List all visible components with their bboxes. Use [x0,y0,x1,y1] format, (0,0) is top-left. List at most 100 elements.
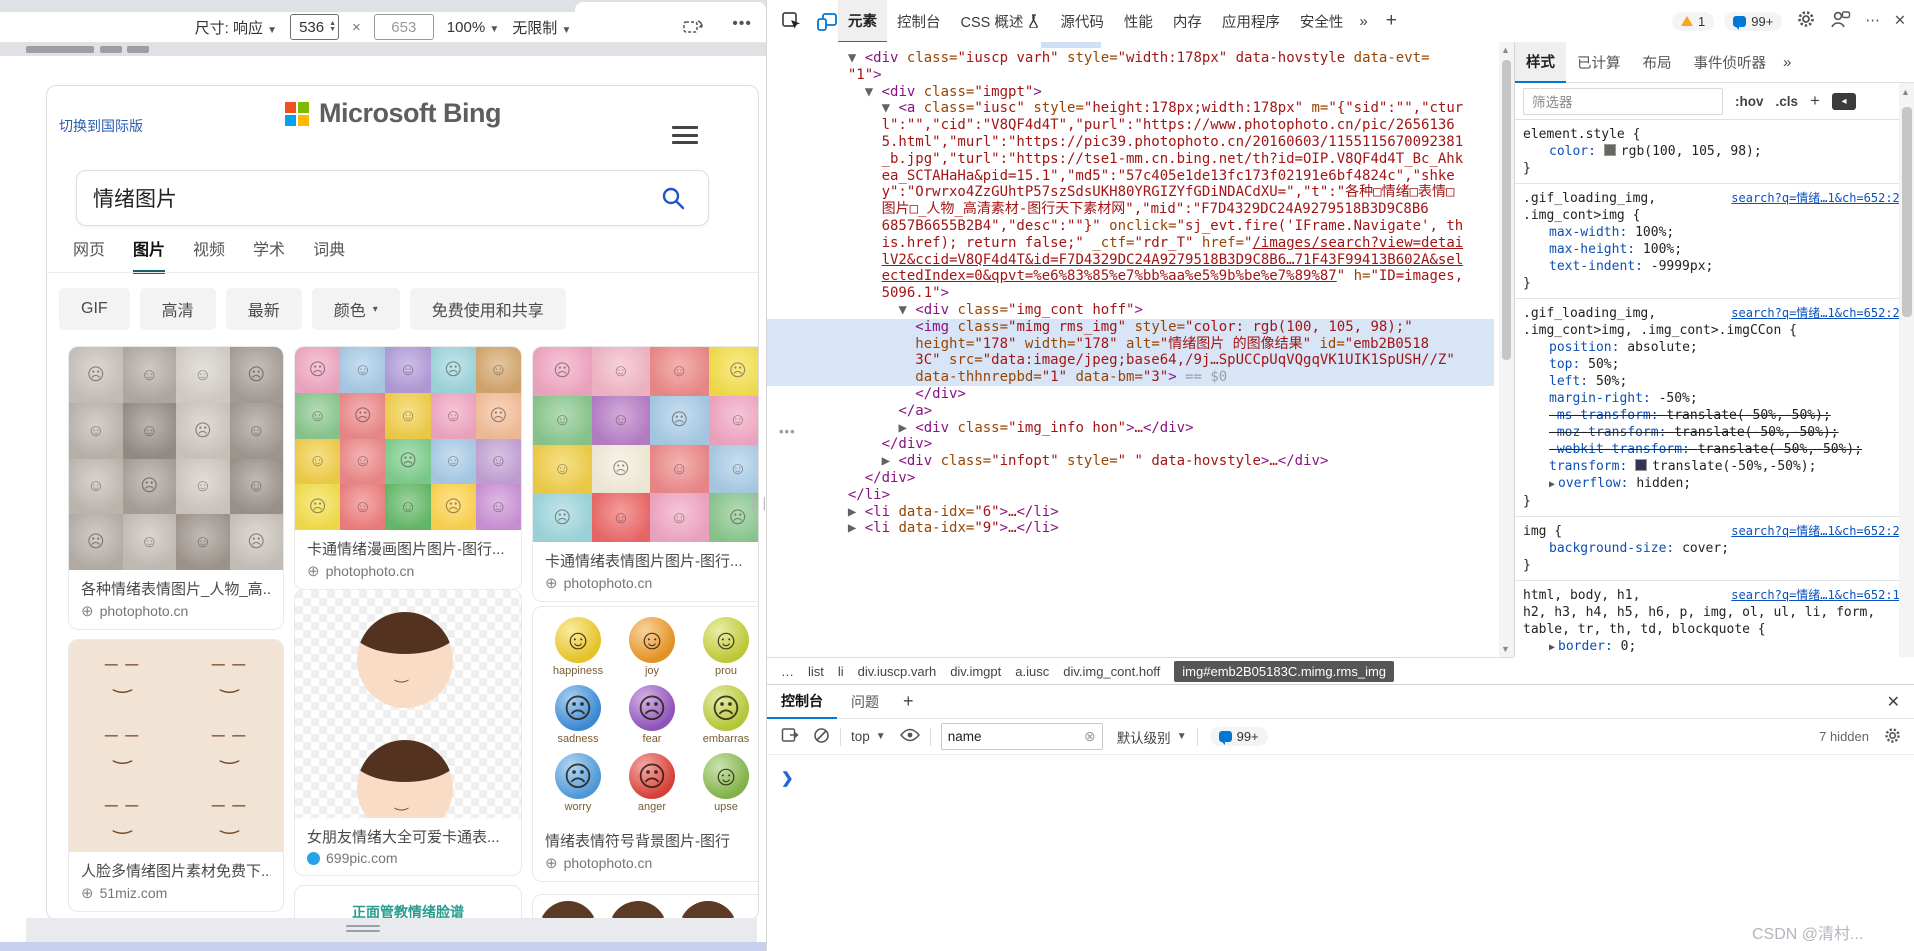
image-result-card[interactable]: 正面管教情绪脸谱 Positive Discipline [294,885,522,920]
styles-scrollbar[interactable]: ▲ [1899,83,1914,657]
computed-sidebar-toggle-icon[interactable]: ◂ [1832,93,1856,110]
log-level-dropdown[interactable]: 默认级别▼ [1117,727,1187,747]
more-style-tabs-icon[interactable]: » [1783,54,1791,71]
expand-value-icon[interactable]: ▶ [1549,479,1555,490]
console-sidebar-icon[interactable] [781,727,799,746]
result-thumbnail[interactable]: 正面管教情绪脸谱 Positive Discipline [295,886,521,920]
hov-toggle[interactable]: :hov [1735,94,1764,109]
code-line[interactable]: lV2&ccid=V8QF4d4T&id=F7D4329DC24A9279518… [767,252,1494,269]
tab-memory[interactable]: 内存 [1163,1,1212,42]
code-line[interactable]: l":"","cid":"V8QF4d4T","purl":"https://w… [767,117,1494,134]
breadcrumb-item[interactable]: li [838,664,844,679]
breadcrumb-item[interactable]: div.imgpt [950,664,1001,679]
tab-styles[interactable]: 样式 [1515,42,1566,83]
clear-filter-icon[interactable]: ⊗ [1084,728,1096,745]
code-line[interactable]: ea_SCTAHaHa&pid=15.1","md5":"57c405e1de1… [767,168,1494,185]
tab-issues[interactable]: 问题 [837,686,893,718]
code-line[interactable]: ▶ <li data-idx="9">…</li> [767,520,1494,537]
code-line[interactable]: 6857B6655B2B4","desc":""}" onclick="sj_e… [767,218,1494,235]
code-line[interactable]: ▶ <div class="img_info hon">…</div> [767,420,1494,437]
image-result-card[interactable]: 女朋友情绪大全可爱卡通表... 699pic.com [294,589,522,876]
console-issues-badge[interactable]: 99+ [1210,727,1268,746]
css-property[interactable]: left: 50%; [1523,373,1907,390]
image-result-card[interactable]: ☹☺☺☹☺☺☹☺☺☹☺☺☹☺☺☹ 各种情绪表情图片_人物_高... ⊕photo… [68,346,284,630]
code-line[interactable]: 图片□_人物_高清素材-图行天下素材网","mid":"F7D4329DC24A… [767,201,1494,218]
add-drawer-tool-icon[interactable]: + [903,691,914,712]
drag-handle[interactable] [346,925,380,935]
stylesheet-source-link[interactable]: search?q=情绪…1&ch=652:10 [1731,587,1907,604]
width-value[interactable]: 536 [299,19,324,36]
css-rule[interactable]: search?q=情绪…1&ch=652:25.gif_loading_img,… [1515,184,1914,299]
image-result-card[interactable]: ☹☺☺☹☺☺☹☺☺☹☺☺☹☺☺☹☺☺☹☺ 卡通情绪漫画图片图片-图行... ⊕p… [294,346,522,590]
css-rule[interactable]: element.style {color: rgb(100, 105, 98);… [1515,120,1914,184]
tab-sources[interactable]: 源代码 [1050,1,1114,42]
breadcrumb-item[interactable]: a.iusc [1015,664,1049,679]
css-property[interactable]: ▶border: 0; [1523,638,1907,656]
breadcrumb-overflow-icon[interactable]: … [781,664,794,679]
code-line[interactable]: ▶ <div class="infopt" style=" " data-hov… [767,453,1494,470]
result-thumbnail[interactable] [295,590,521,818]
result-caption[interactable]: 卡通情绪漫画图片图片-图行... [307,538,509,559]
rotate-icon[interactable] [682,17,704,41]
devtools-close-icon[interactable]: ✕ [1894,13,1906,29]
code-line[interactable]: ▼ <a class="iusc" style="height:178px;wi… [767,100,1494,117]
feedback-person-icon[interactable] [1830,10,1851,33]
code-line[interactable]: "1"> [767,67,1494,84]
stylesheet-source-link[interactable]: search?q=情绪…1&ch=652:25 [1731,305,1907,322]
issues-badge[interactable]: 99+ [1724,12,1782,31]
stylesheet-source-link[interactable]: search?q=情绪…1&ch=652:25 [1731,190,1907,207]
cls-toggle[interactable]: .cls [1776,94,1799,109]
code-line[interactable]: data-thhnrepbd="1" data-bm="3"> == $0 [767,369,1494,386]
scrollbar-thumb[interactable] [1902,107,1912,317]
result-thumbnail[interactable]: ☺happiness☺joy☺prou☹sadness☹fear☹embarra… [533,607,759,822]
result-site[interactable]: ⊕photophoto.cn [545,854,755,872]
code-line[interactable]: y":"Orwrxo4ZzGUhtP57szSdsUKH80YRGIZYfGDi… [767,184,1494,201]
add-tool-icon[interactable]: + [1386,10,1397,32]
code-line[interactable]: is.href); return false;" _ctf="rdr_T" hr… [767,235,1494,252]
scroll-down-icon[interactable]: ▼ [1501,644,1510,654]
code-line[interactable]: 5096.1"> [767,285,1494,302]
warnings-badge[interactable]: 1 [1672,12,1714,31]
inspect-icon[interactable] [781,11,802,32]
result-thumbnail[interactable] [69,640,283,852]
css-rule[interactable]: search?q=情绪…1&ch=652:10html, body, h1,h2… [1515,581,1914,657]
code-line[interactable]: </div> [767,470,1494,487]
console-filter-input[interactable]: name ⊗ [941,723,1103,750]
tab-performance[interactable]: 性能 [1114,1,1163,42]
result-site[interactable]: ⊕photophoto.cn [307,562,509,580]
image-result-card[interactable]: ☺happiness☺joy☺prou☹sadness☹fear☹embarra… [532,606,759,882]
css-property[interactable]: position: absolute; [1523,339,1907,356]
tab-computed[interactable]: 已计算 [1566,43,1632,82]
scrollbar-thumb[interactable] [1502,60,1511,360]
result-caption[interactable]: 卡通情绪表情图片图片-图行... [545,550,755,571]
code-line[interactable]: <img class="mimg rms_img" style="color: … [767,319,1494,336]
css-property[interactable]: background-size: cover; [1523,540,1907,557]
tab-css-overview[interactable]: CSS 概述 [951,1,1051,42]
tab-security[interactable]: 安全性 [1290,1,1354,42]
code-line[interactable]: </div> [767,386,1494,403]
css-rule[interactable]: search?q=情绪…1&ch=652:25.gif_loading_img,… [1515,299,1914,517]
code-line[interactable]: </a> [767,403,1494,420]
code-line[interactable]: </div> [767,436,1494,453]
code-line[interactable]: 5.html","murl":"https://pic39.photophoto… [767,134,1494,151]
css-property[interactable]: -moz-transform: translate(-50%,-50%); [1523,424,1907,441]
result-site[interactable]: ⊕photophoto.cn [545,574,755,592]
css-property[interactable]: margin-right: -50%; [1523,390,1907,407]
zoom-dropdown[interactable]: 100% ▼ [447,19,499,36]
tab-application[interactable]: 应用程序 [1212,1,1290,42]
image-result-card[interactable]: ☹☺☺☹☺☺☹☺☺☹☺☺☹☺☺☹ 卡通情绪表情图片图片-图行... ⊕photo… [532,346,759,602]
elements-scrollbar[interactable]: ▲ ▼ [1499,42,1514,657]
console-settings-icon[interactable] [1883,726,1902,748]
css-property[interactable]: max-height: 100%; [1523,241,1907,258]
result-site[interactable]: 699pic.com [307,850,509,866]
height-field[interactable]: 653 [374,14,434,40]
clear-console-icon[interactable] [813,727,830,747]
code-line[interactable]: ▼ <div class="img_cont hoff"> [767,302,1494,319]
color-swatch[interactable] [1635,459,1647,471]
tab-console[interactable]: 控制台 [887,1,951,42]
image-result-card[interactable] [532,894,759,920]
code-line[interactable]: ▶ <li data-idx="6">…</li> [767,504,1494,521]
device-toolbar-more-icon[interactable]: ••• [732,15,752,33]
scroll-up-icon[interactable]: ▲ [1501,45,1510,55]
result-site[interactable]: ⊕photophoto.cn [81,602,271,620]
